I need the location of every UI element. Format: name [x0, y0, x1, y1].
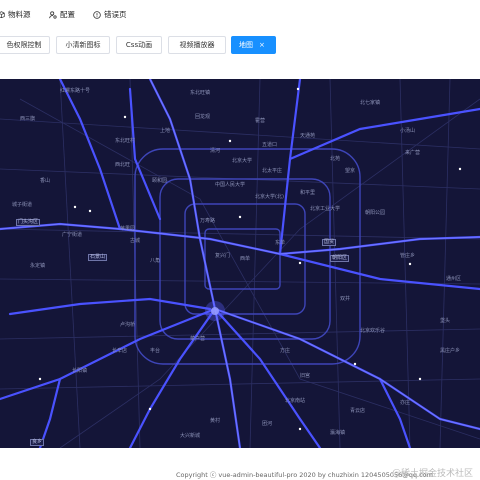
map-label: 城子街道	[12, 202, 33, 208]
box-icon	[0, 11, 5, 18]
map-label: 回龙观	[195, 114, 211, 120]
map-label: 望京	[345, 168, 356, 174]
map-label: 丰台	[150, 348, 161, 354]
map-label: 北苑	[330, 156, 341, 162]
map-label: 复兴门	[215, 253, 231, 259]
map-label: 和平里	[300, 190, 316, 196]
map-label: 方庄	[280, 348, 291, 354]
map-label: 东北旺镇	[190, 90, 211, 96]
map-label: 红螺东路十号	[60, 88, 91, 94]
map-label: 门头沟区	[16, 219, 41, 226]
map-label: 长辛店	[112, 348, 128, 354]
top-nav: 物料源 配置 错误页	[0, 0, 480, 30]
map-label: 北京工业大学	[310, 206, 341, 212]
map-label: 国贸	[322, 239, 337, 246]
map-roads	[0, 79, 480, 448]
map-label: 菜户营	[190, 336, 206, 342]
map-label: 东单	[275, 240, 286, 246]
map-label: 西单	[240, 256, 251, 262]
map-label: 来广营	[405, 150, 421, 156]
map-label: 颐和园	[152, 178, 168, 184]
map-label: 黄村	[210, 418, 221, 424]
map-label: 北京大学(北)	[255, 194, 284, 200]
map-label: 管庄乡	[400, 253, 416, 259]
map-label: 朝阳公园	[365, 210, 386, 216]
map-label: 北京大学	[232, 158, 253, 164]
map-label: 西三旗	[20, 116, 36, 122]
tag-icons[interactable]: 小清新图标	[56, 36, 110, 54]
close-icon[interactable]: ×	[259, 41, 265, 49]
map-label: 苹果园	[120, 226, 136, 232]
map-label: 瀛海镇	[330, 430, 346, 436]
map-label: 长阳镇	[72, 368, 88, 374]
map-label: 卢沟桥	[120, 322, 136, 328]
map-label: 万寿路	[200, 218, 216, 224]
map-label: 清河	[210, 148, 221, 154]
tag-map[interactable]: 地图 ×	[231, 36, 276, 54]
map-label: 西北旺	[115, 162, 131, 168]
map-label: 朝阳区	[330, 255, 350, 262]
tag-label: 色权限控制	[6, 41, 42, 49]
map-label: 北京欢乐谷	[360, 328, 386, 334]
tag-css-animation[interactable]: Css动画	[116, 36, 162, 54]
nav-item-config[interactable]: 配置	[49, 9, 75, 20]
map-label: 良乡	[30, 439, 45, 446]
map-label: 北七家镇	[360, 100, 381, 106]
map-label: 垡头	[440, 318, 451, 324]
nav-item-materials[interactable]: 物料源	[0, 9, 31, 20]
nav-item-label: 配置	[60, 10, 75, 19]
map-label: 团河	[262, 421, 273, 427]
tags-bar: 色权限控制 小清新图标 Css动画 视频播放器 地图 ×	[0, 33, 480, 57]
footer: Copyright ⓒ vue-admin-beautiful-pro 2020…	[0, 466, 480, 480]
tag-label: 地图	[239, 41, 253, 49]
map-label: 石景山	[88, 254, 108, 261]
map-label: 中国人民大学	[215, 182, 246, 188]
map-label: 天通苑	[300, 133, 316, 139]
map-label: 八角	[150, 258, 161, 264]
watermark-text: @稀土掘金技术社区	[392, 469, 474, 479]
map-label: 旧宫	[300, 373, 311, 379]
nav-item-error-page[interactable]: 错误页	[93, 9, 127, 20]
map-label: 香山	[40, 178, 51, 184]
map-canvas[interactable]: 红螺东路十号 东北旺镇 西三旗 回龙观 霍营 北七家镇 天通苑 东北旺村 上地 …	[0, 79, 480, 448]
map-label: 上地	[160, 128, 171, 134]
nav-item-label: 错误页	[104, 10, 127, 19]
map-label: 古城	[130, 238, 141, 244]
map-label: 广宁街道	[62, 232, 83, 238]
map-label: 五道口	[262, 142, 278, 148]
map-label: 青云店	[350, 408, 366, 414]
tag-permission[interactable]: 色权限控制	[0, 36, 50, 54]
tag-label: 小清新图标	[65, 41, 101, 49]
tag-label: Css动画	[125, 41, 153, 49]
nav-item-label: 物料源	[8, 10, 31, 19]
warning-circle-icon	[93, 10, 101, 19]
map-label: 东北旺村	[115, 138, 136, 144]
map-label: 亦庄	[400, 400, 411, 406]
map-label: 北京南站	[285, 398, 306, 404]
map-label: 永定镇	[30, 263, 46, 269]
tag-video-player[interactable]: 视频播放器	[168, 36, 226, 54]
map-label: 霍营	[255, 118, 266, 124]
user-gear-icon	[49, 10, 57, 19]
map-label: 大兴新城	[180, 433, 201, 439]
map-label: 双井	[340, 296, 351, 302]
map-label: 北太平庄	[262, 168, 283, 174]
map-label: 通州区	[446, 276, 462, 282]
map-label: 黑庄户乡	[440, 348, 461, 354]
map-label: 小汤山	[400, 128, 416, 134]
tag-label: 视频播放器	[179, 41, 215, 49]
